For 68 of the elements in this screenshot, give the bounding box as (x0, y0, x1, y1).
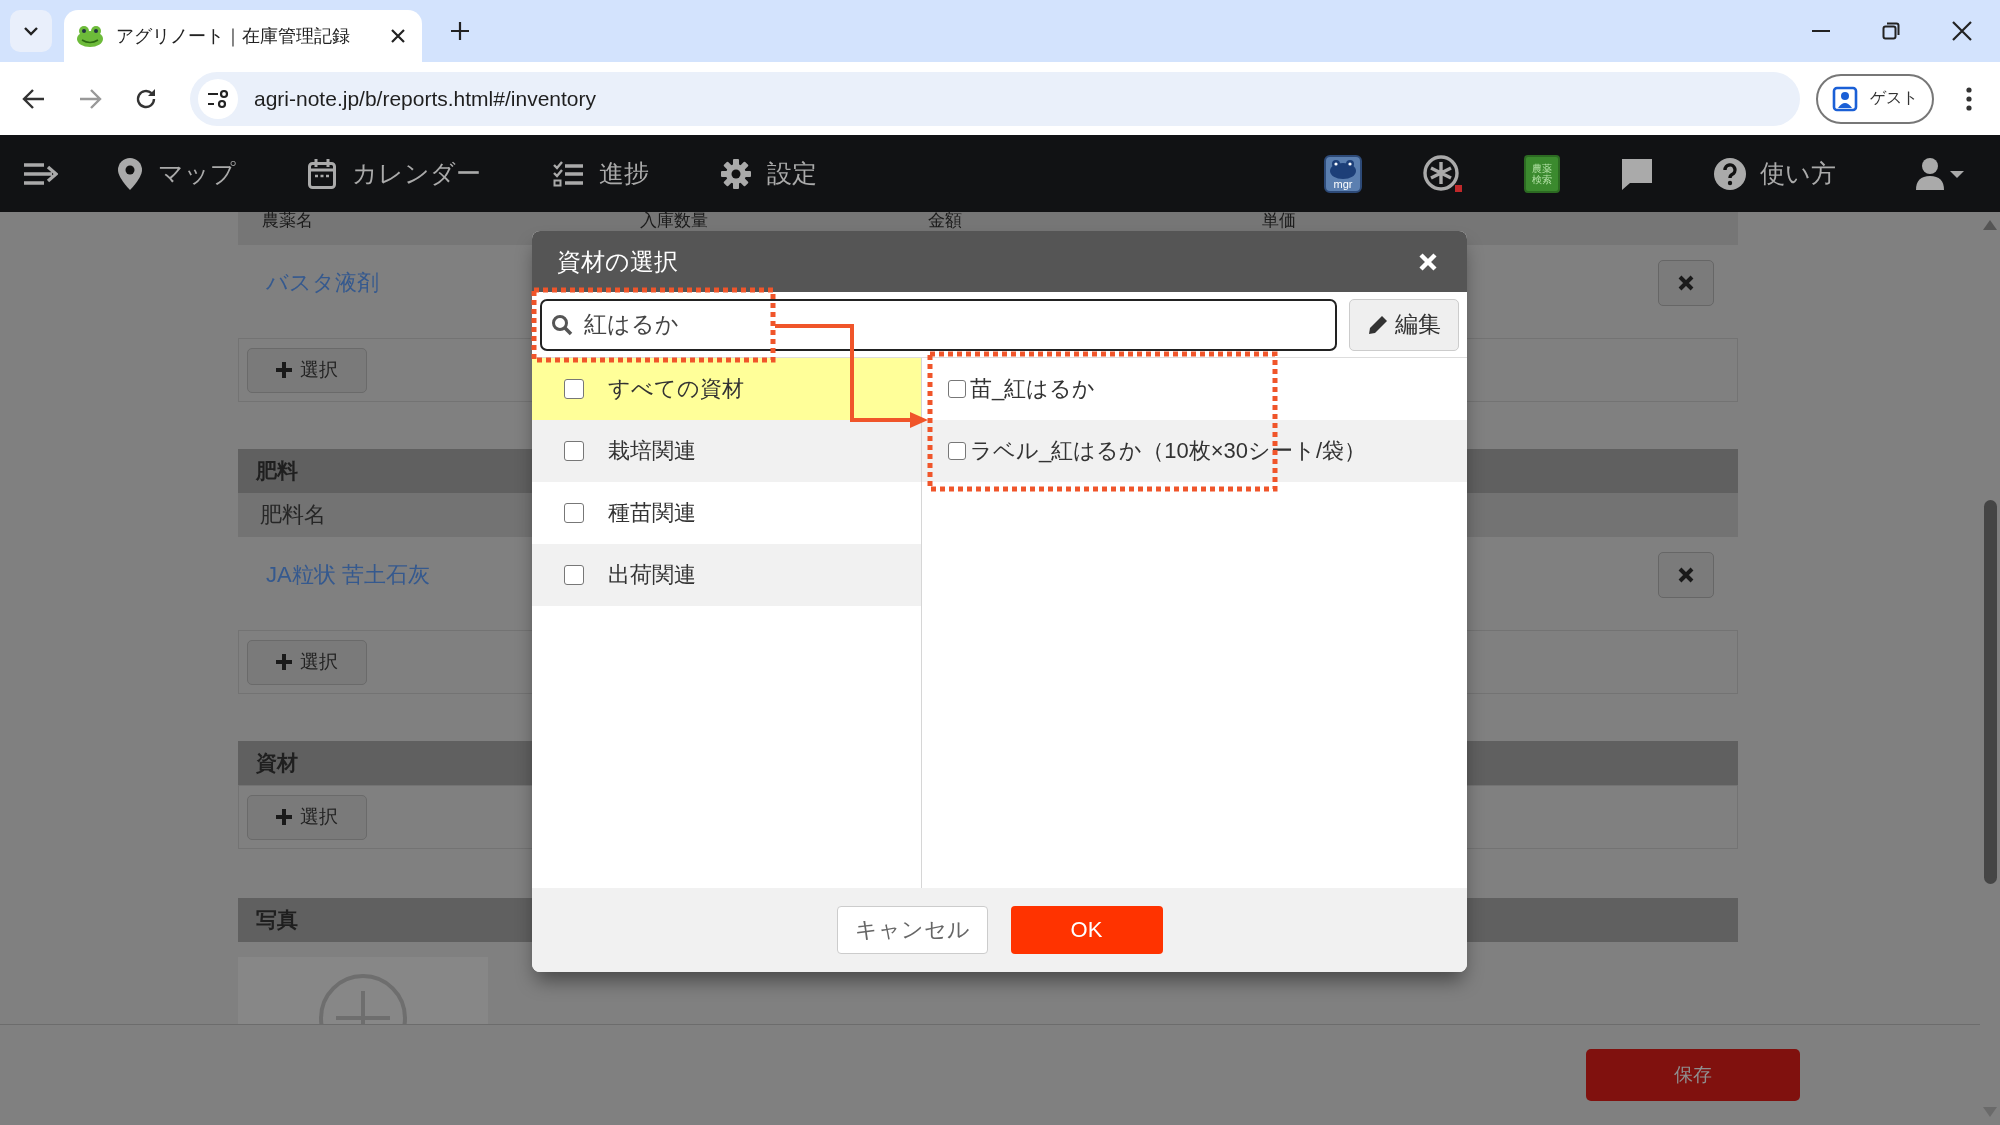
category-label: 種苗関連 (608, 499, 696, 527)
category-label: すべての資材 (608, 375, 744, 403)
close-icon (1678, 566, 1694, 583)
asterisk-circle-icon[interactable] (1422, 153, 1464, 194)
pencil-icon (1367, 313, 1389, 336)
checkbox[interactable] (564, 503, 584, 523)
icon-label: mgr (1333, 177, 1353, 190)
category-item[interactable]: 栽培関連 (532, 420, 921, 482)
item-label: 苗_紅はるか (970, 375, 1096, 403)
category-item[interactable]: 出荷関連 (532, 544, 921, 606)
checkbox[interactable] (948, 380, 966, 398)
plus-icon (276, 809, 292, 825)
settings-icon (721, 158, 751, 189)
checkbox[interactable] (564, 441, 584, 461)
column-header: 農薬名 (262, 212, 314, 230)
url-text: agri-note.jp/b/reports.html#/inventory (254, 86, 596, 111)
restore-icon[interactable] (1882, 22, 1900, 40)
checkbox[interactable] (564, 565, 584, 585)
column-header: 単価 (1262, 212, 1296, 230)
menu-icon[interactable] (1966, 86, 1972, 111)
plus-icon (276, 654, 292, 670)
person-icon (1832, 85, 1858, 112)
nav-link[interactable]: カレンダー (308, 157, 481, 190)
new-tab-icon[interactable] (450, 21, 470, 41)
column-header: 入庫数量 (640, 212, 709, 230)
search-icon (551, 313, 573, 336)
menu-icon[interactable] (24, 161, 58, 186)
category-item[interactable]: すべての資材 (532, 358, 921, 420)
frog-icon[interactable]: mgr (1324, 154, 1362, 193)
select-button[interactable]: 選択 (247, 794, 367, 840)
chat-icon[interactable] (1620, 156, 1654, 191)
address-bar[interactable]: agri-note.jp/b/reports.html#/inventory (190, 71, 1800, 126)
checklist-icon (553, 160, 583, 187)
tab-title: アグリノート｜在庫管理記録 (116, 25, 351, 48)
plus-icon (276, 362, 292, 378)
help-icon (1714, 157, 1746, 190)
column-header: 金額 (928, 212, 963, 230)
nav-link[interactable]: マップ (118, 157, 236, 190)
ok-button[interactable]: OK (1010, 906, 1163, 954)
checkbox[interactable] (564, 379, 584, 399)
chevron-down-icon (23, 26, 39, 36)
cancel-button[interactable]: キャンセル (836, 906, 988, 954)
nav-link[interactable]: 進捗 (553, 157, 649, 190)
close-icon (1678, 274, 1694, 291)
close-icon[interactable] (1952, 21, 1972, 41)
select-button[interactable]: 選択 (247, 639, 367, 685)
map-pin-icon (118, 157, 142, 190)
frog-icon (76, 25, 104, 47)
dialog-title: 資材の選択 (557, 246, 678, 277)
delete-button[interactable] (1658, 259, 1714, 306)
forward-icon[interactable] (78, 87, 102, 110)
checkbox[interactable] (948, 442, 966, 460)
close-icon[interactable] (390, 28, 406, 44)
search-field[interactable]: 紅はるか (540, 298, 1337, 351)
site-settings-icon[interactable] (198, 78, 238, 119)
calendar-icon (308, 158, 336, 189)
delete-button[interactable] (1658, 551, 1714, 598)
select-button[interactable]: 選択 (247, 347, 367, 393)
profile-button[interactable]: ゲスト (1816, 73, 1934, 124)
minimize-icon[interactable] (1812, 29, 1830, 33)
user-icon[interactable] (1916, 157, 1966, 190)
category-label: 出荷関連 (608, 561, 696, 589)
edit-button[interactable]: 編集 (1349, 298, 1459, 351)
back-icon[interactable] (22, 87, 46, 110)
help-link[interactable]: 使い方 (1714, 157, 1836, 190)
nav-link[interactable]: 設定 (721, 157, 817, 190)
tab-list-button[interactable] (10, 10, 52, 52)
browser-tab[interactable]: アグリノート｜在庫管理記録 (64, 10, 422, 62)
